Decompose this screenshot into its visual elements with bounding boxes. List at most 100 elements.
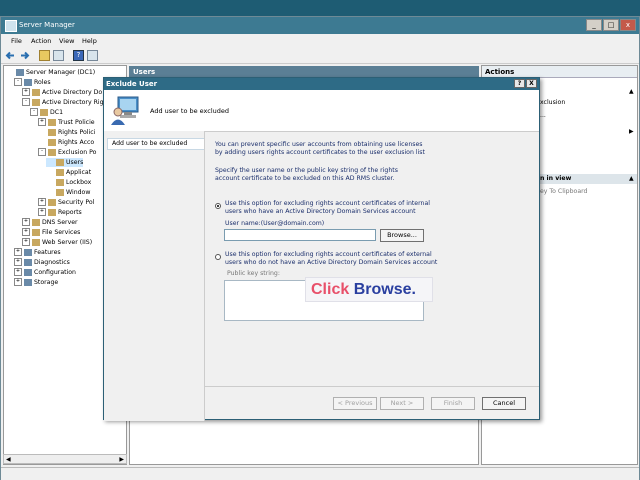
collapse-icon[interactable]: ▲ bbox=[629, 175, 634, 182]
tree-item-label: Server Manager (DC1) bbox=[26, 69, 96, 76]
username-input[interactable] bbox=[224, 229, 376, 241]
tree-item-label: Web Server (IIS) bbox=[42, 239, 93, 246]
tree-item-label: Active Directory Do bbox=[42, 89, 103, 96]
previous-button[interactable]: < Previous bbox=[333, 397, 377, 410]
expand-icon[interactable]: + bbox=[14, 278, 22, 286]
expand-icon[interactable]: + bbox=[14, 258, 22, 266]
collapse-icon[interactable]: - bbox=[14, 78, 22, 86]
status-bar bbox=[1, 467, 639, 480]
menu-action[interactable]: Action bbox=[31, 37, 51, 45]
help-icon[interactable]: ? bbox=[73, 50, 84, 61]
tree-item[interactable]: Lockbox bbox=[46, 178, 91, 187]
option-external-radio[interactable] bbox=[215, 254, 221, 260]
tree-item[interactable]: Users bbox=[46, 158, 84, 167]
action-add-exclusion[interactable]: xclusion bbox=[540, 99, 565, 106]
tree-item-label: Features bbox=[34, 249, 61, 256]
tree-item[interactable]: - Active Directory Rig bbox=[22, 98, 104, 107]
dialog-help-button[interactable]: ? bbox=[514, 79, 525, 88]
scroll-right-icon[interactable]: ▶ bbox=[119, 456, 124, 463]
expand-icon[interactable]: + bbox=[22, 228, 30, 236]
tree-item-label: DC1 bbox=[50, 109, 64, 116]
show-hide-tree-icon[interactable] bbox=[53, 50, 64, 61]
tree-item[interactable]: - Exclusion Po bbox=[38, 148, 96, 157]
collapse-icon[interactable]: - bbox=[38, 148, 46, 156]
collapse-icon[interactable]: - bbox=[30, 108, 38, 116]
tree-item-label: Users bbox=[66, 159, 84, 166]
option-internal-radio[interactable] bbox=[215, 203, 221, 209]
tree-item-label: Roles bbox=[34, 79, 51, 86]
finish-button[interactable]: Finish bbox=[431, 397, 475, 410]
tree-item[interactable]: + Storage bbox=[14, 278, 58, 287]
tree-item[interactable]: + Security Pol bbox=[38, 198, 94, 207]
computer-user-icon bbox=[110, 94, 142, 126]
tree-item[interactable]: Server Manager (DC1) bbox=[6, 68, 95, 77]
tree-item[interactable]: + Active Directory Do bbox=[22, 88, 102, 97]
browse-button[interactable]: Browse... bbox=[380, 229, 424, 242]
tree-node-icon bbox=[48, 208, 56, 216]
expand-icon[interactable]: + bbox=[22, 218, 30, 226]
callout-word-click: Click bbox=[311, 281, 350, 298]
tree-node-icon bbox=[32, 238, 40, 246]
tree-item[interactable]: Applicat bbox=[46, 168, 91, 177]
callout-word-browse: Browse bbox=[353, 281, 412, 298]
tree-item-label: Diagnostics bbox=[34, 259, 70, 266]
tree-horizontal-scrollbar[interactable]: ◀ ▶ bbox=[3, 454, 127, 464]
tree-item-label: Applicat bbox=[66, 169, 92, 176]
actions-header-label: Actions bbox=[485, 68, 515, 76]
tree-node-icon bbox=[24, 78, 32, 86]
collapse-icon[interactable]: - bbox=[22, 98, 30, 106]
expand-icon[interactable]: + bbox=[14, 248, 22, 256]
expand-icon[interactable]: + bbox=[38, 208, 46, 216]
tree-item[interactable]: Rights Acco bbox=[38, 138, 94, 147]
tree-item[interactable]: + Web Server (IIS) bbox=[22, 238, 92, 247]
tree-item[interactable]: + Features bbox=[14, 248, 61, 257]
maximize-button[interactable]: □ bbox=[603, 19, 619, 31]
menu-view[interactable]: View bbox=[59, 37, 74, 45]
action-more[interactable]: ... bbox=[540, 112, 546, 119]
menu-bar: File Action View Help bbox=[1, 35, 639, 47]
tree-item[interactable]: Rights Polici bbox=[38, 128, 95, 137]
minimize-button[interactable]: _ bbox=[586, 19, 602, 31]
back-icon[interactable] bbox=[5, 50, 16, 61]
expand-icon[interactable]: + bbox=[22, 88, 30, 96]
expand-icon[interactable]: + bbox=[22, 238, 30, 246]
next-button[interactable]: Next > bbox=[380, 397, 424, 410]
tree-item[interactable]: + Configuration bbox=[14, 268, 76, 277]
tree-item[interactable]: - Roles bbox=[14, 78, 51, 87]
nav-item-add-user[interactable]: Add user to be excluded bbox=[107, 138, 205, 150]
scroll-left-icon[interactable]: ◀ bbox=[6, 456, 11, 463]
menu-file[interactable]: File bbox=[11, 37, 22, 45]
properties-icon[interactable] bbox=[87, 50, 98, 61]
action-copy-key-to-clipboard[interactable]: ey To Clipboard bbox=[540, 188, 587, 195]
tree-item[interactable]: + File Services bbox=[22, 228, 80, 237]
tree-node-icon bbox=[48, 198, 56, 206]
instruction-callout: Click Browse. bbox=[305, 277, 433, 302]
menu-help[interactable]: Help bbox=[82, 37, 97, 45]
toolbar: ? bbox=[1, 48, 639, 64]
tree-node-icon bbox=[24, 268, 32, 276]
tree-item[interactable]: - DC1 bbox=[30, 108, 63, 117]
intro-text: You can prevent specific user accounts f… bbox=[215, 141, 425, 156]
submenu-arrow-icon[interactable]: ▶ bbox=[629, 128, 634, 135]
tree-node-icon bbox=[32, 218, 40, 226]
expand-icon[interactable]: + bbox=[38, 118, 46, 126]
tree-item[interactable]: + Diagnostics bbox=[14, 258, 70, 267]
tree-item[interactable]: + Trust Policie bbox=[38, 118, 95, 127]
expand-icon[interactable]: + bbox=[38, 198, 46, 206]
title-bar: Server Manager _ □ x bbox=[1, 17, 639, 34]
tree-item-label: Window bbox=[66, 189, 91, 196]
collapse-icon-top[interactable]: ▲ bbox=[629, 88, 634, 95]
tree-item-label: Reports bbox=[58, 209, 82, 216]
dialog-close-button[interactable]: X bbox=[526, 79, 537, 88]
forward-icon[interactable] bbox=[19, 50, 30, 61]
tree-node-icon bbox=[40, 108, 48, 116]
up-folder-icon[interactable] bbox=[39, 50, 50, 61]
tree-item[interactable]: Window bbox=[46, 188, 90, 197]
tree-item[interactable]: + DNS Server bbox=[22, 218, 78, 227]
expand-icon[interactable]: + bbox=[14, 268, 22, 276]
tree-item-label: Trust Policie bbox=[58, 119, 95, 126]
tree-item[interactable]: + Reports bbox=[38, 208, 82, 217]
cancel-button[interactable]: Cancel bbox=[482, 397, 526, 410]
tree-item-label: Lockbox bbox=[66, 179, 92, 186]
close-button[interactable]: x bbox=[620, 19, 636, 31]
